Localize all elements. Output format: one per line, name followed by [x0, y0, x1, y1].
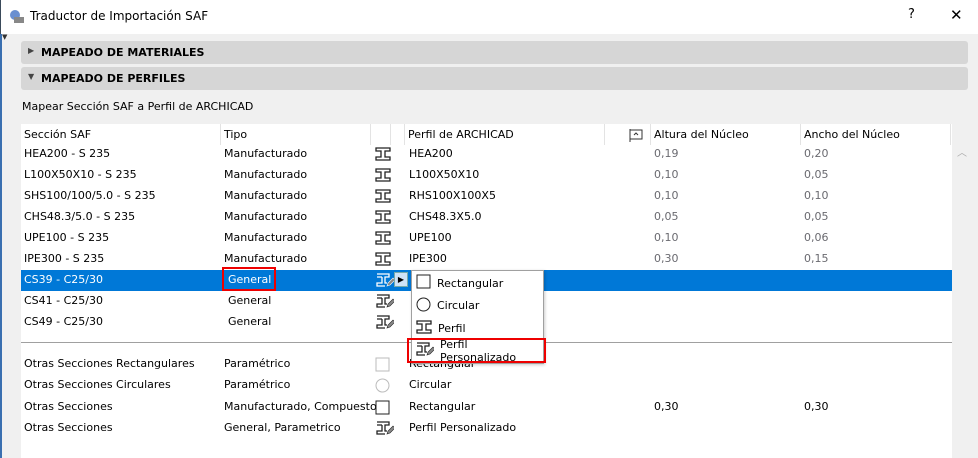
- column-header-icon: [371, 124, 391, 145]
- table-row-1-seccion[interactable]: L100X50X10 - S 235: [24, 168, 137, 181]
- other-row-1-perfil[interactable]: Circular: [409, 378, 451, 391]
- collapse-arrow-icon[interactable]: ▼: [2, 33, 7, 41]
- ibeam-icon[interactable]: [375, 147, 391, 164]
- close-button[interactable]: ✕: [950, 6, 963, 24]
- other-row-0-tipo[interactable]: Paramétrico: [224, 357, 290, 370]
- other-row-2-perfil[interactable]: Rectangular: [409, 400, 475, 413]
- custom-icon[interactable]: [376, 421, 396, 438]
- other-row-3-seccion[interactable]: Otras Secciones: [24, 421, 113, 434]
- table-row-2-seccion[interactable]: SHS100/100/5.0 - S 235: [24, 189, 156, 202]
- table-row-0-seccion[interactable]: HEA200 - S 235: [24, 147, 110, 160]
- square-icon[interactable]: [375, 400, 390, 418]
- column-header-blank: [391, 124, 405, 145]
- subtitle: Mapear Sección SAF a Perfil de ARCHICAD: [22, 100, 254, 113]
- table-row-4-ancho[interactable]: 0,06: [804, 231, 829, 244]
- table-row-2-perfil[interactable]: RHS100X100X5: [409, 189, 496, 202]
- custom-icon[interactable]: [376, 273, 396, 290]
- flag-icon: [629, 129, 643, 142]
- table-row-5-perfil[interactable]: IPE300: [409, 252, 447, 265]
- table-row-1-altura[interactable]: 0,10: [654, 168, 679, 181]
- table-row-5-ancho[interactable]: 0,15: [804, 252, 829, 265]
- circle-icon: [416, 297, 431, 315]
- column-header-flag[interactable]: [605, 124, 651, 145]
- table-row-3-ancho[interactable]: 0,05: [804, 210, 829, 223]
- other-row-0-seccion[interactable]: Otras Secciones Rectangulares: [24, 357, 195, 370]
- table-row-5-altura[interactable]: 0,30: [654, 252, 679, 265]
- help-button[interactable]: ?: [908, 7, 915, 22]
- section-mapeado-perfiles[interactable]: ▼ MAPEADO DE PERFILES: [21, 67, 968, 90]
- ibeam-icon[interactable]: [375, 210, 391, 227]
- table-row-0-tipo[interactable]: Manufacturado: [224, 147, 307, 160]
- ibeam-icon: [416, 319, 432, 337]
- table-row-6-seccion[interactable]: CS39 - C25/30: [24, 273, 103, 286]
- other-row-1-tipo[interactable]: Paramétrico: [224, 378, 290, 391]
- square-icon: [416, 274, 431, 292]
- menu-item-circular[interactable]: Circular: [416, 296, 479, 316]
- table-row-2-tipo[interactable]: Manufacturado: [224, 189, 307, 202]
- ibeam-icon[interactable]: [375, 168, 391, 185]
- scroll-up-arrow-icon[interactable]: ︿: [957, 144, 967, 159]
- table-row-7-tipo[interactable]: General: [228, 294, 271, 307]
- table-row-3-perfil[interactable]: CHS48.3X5.0: [409, 210, 481, 223]
- table-row-8-tipo[interactable]: General: [228, 315, 271, 328]
- menu-item-label: Rectangular: [437, 276, 504, 290]
- highlight-box-tipo: [222, 267, 276, 291]
- submenu-arrow-button[interactable]: ▶: [394, 272, 408, 287]
- ibeam-icon[interactable]: [375, 252, 391, 269]
- other-row-3-perfil[interactable]: Perfil Personalizado: [409, 421, 516, 434]
- column-header-seccion[interactable]: Sección SAF: [21, 124, 221, 145]
- table-row-7-seccion[interactable]: CS41 - C25/30: [24, 294, 103, 307]
- table-row-4-altura[interactable]: 0,10: [654, 231, 679, 244]
- custom-icon[interactable]: [376, 315, 396, 332]
- custom-icon[interactable]: [376, 294, 396, 311]
- other-row-2-tipo[interactable]: Manufacturado, Compuesto: [224, 400, 377, 413]
- section-label: MAPEADO DE MATERIALES: [41, 46, 205, 59]
- other-row-2-ancho[interactable]: 0,30: [804, 400, 829, 413]
- square-gray-icon[interactable]: [375, 357, 390, 375]
- section-mapeado-materiales[interactable]: ▶ MAPEADO DE MATERIALES: [21, 41, 968, 64]
- ibeam-icon[interactable]: [375, 189, 391, 206]
- section-label: MAPEADO DE PERFILES: [41, 72, 186, 85]
- menu-item-label: Perfil: [438, 321, 466, 335]
- table-row-0-ancho[interactable]: 0,20: [804, 147, 829, 160]
- table-row-4-tipo[interactable]: Manufacturado: [224, 231, 307, 244]
- menu-item-label: Circular: [437, 299, 480, 312]
- table-row-1-tipo[interactable]: Manufacturado: [224, 168, 307, 181]
- table-row-1-ancho[interactable]: 0,05: [804, 168, 829, 181]
- menu-item-perfil[interactable]: Perfil: [416, 318, 466, 338]
- table-row-2-ancho[interactable]: 0,10: [804, 189, 829, 202]
- app-icon: [10, 10, 24, 23]
- column-header-perfil[interactable]: Perfil de ARCHICAD: [405, 124, 605, 145]
- window-edge: [0, 34, 2, 458]
- menu-item-rectangular[interactable]: Rectangular: [416, 273, 503, 293]
- highlight-box-perfil-personalizado: [407, 338, 546, 363]
- table-row-8-seccion[interactable]: CS49 - C25/30: [24, 315, 103, 328]
- other-row-2-seccion[interactable]: Otras Secciones: [24, 400, 113, 413]
- table-row-5-tipo[interactable]: Manufacturado: [224, 252, 307, 265]
- table-row-4-perfil[interactable]: UPE100: [409, 231, 452, 244]
- table-row-3-altura[interactable]: 0,05: [654, 210, 679, 223]
- table-row-0-altura[interactable]: 0,19: [654, 147, 679, 160]
- collapse-arrow-icon: ▼: [28, 72, 35, 81]
- other-row-3-tipo[interactable]: General, Parametrico: [224, 421, 341, 434]
- circle-gray-icon[interactable]: [375, 378, 390, 396]
- table-row-3-seccion[interactable]: CHS48.3/5.0 - S 235: [24, 210, 135, 223]
- table-row-0-perfil[interactable]: HEA200: [409, 147, 453, 160]
- column-header-tipo[interactable]: Tipo: [221, 124, 371, 145]
- window-title: Traductor de Importación SAF: [30, 9, 209, 23]
- column-header-altura[interactable]: Altura del Núcleo: [651, 124, 801, 145]
- ibeam-icon[interactable]: [375, 231, 391, 248]
- table-row-4-seccion[interactable]: UPE100 - S 235: [24, 231, 109, 244]
- other-row-2-altura[interactable]: 0,30: [654, 400, 679, 413]
- expand-arrow-icon: ▶: [28, 46, 35, 55]
- table-row-5-seccion[interactable]: IPE300 - S 235: [24, 252, 104, 265]
- table-row-1-perfil[interactable]: L100X50X10: [409, 168, 479, 181]
- other-row-1-seccion[interactable]: Otras Secciones Circulares: [24, 378, 171, 391]
- table-row-3-tipo[interactable]: Manufacturado: [224, 210, 307, 223]
- column-header-ancho[interactable]: Ancho del Núcleo: [801, 124, 951, 145]
- table-row-2-altura[interactable]: 0,10: [654, 189, 679, 202]
